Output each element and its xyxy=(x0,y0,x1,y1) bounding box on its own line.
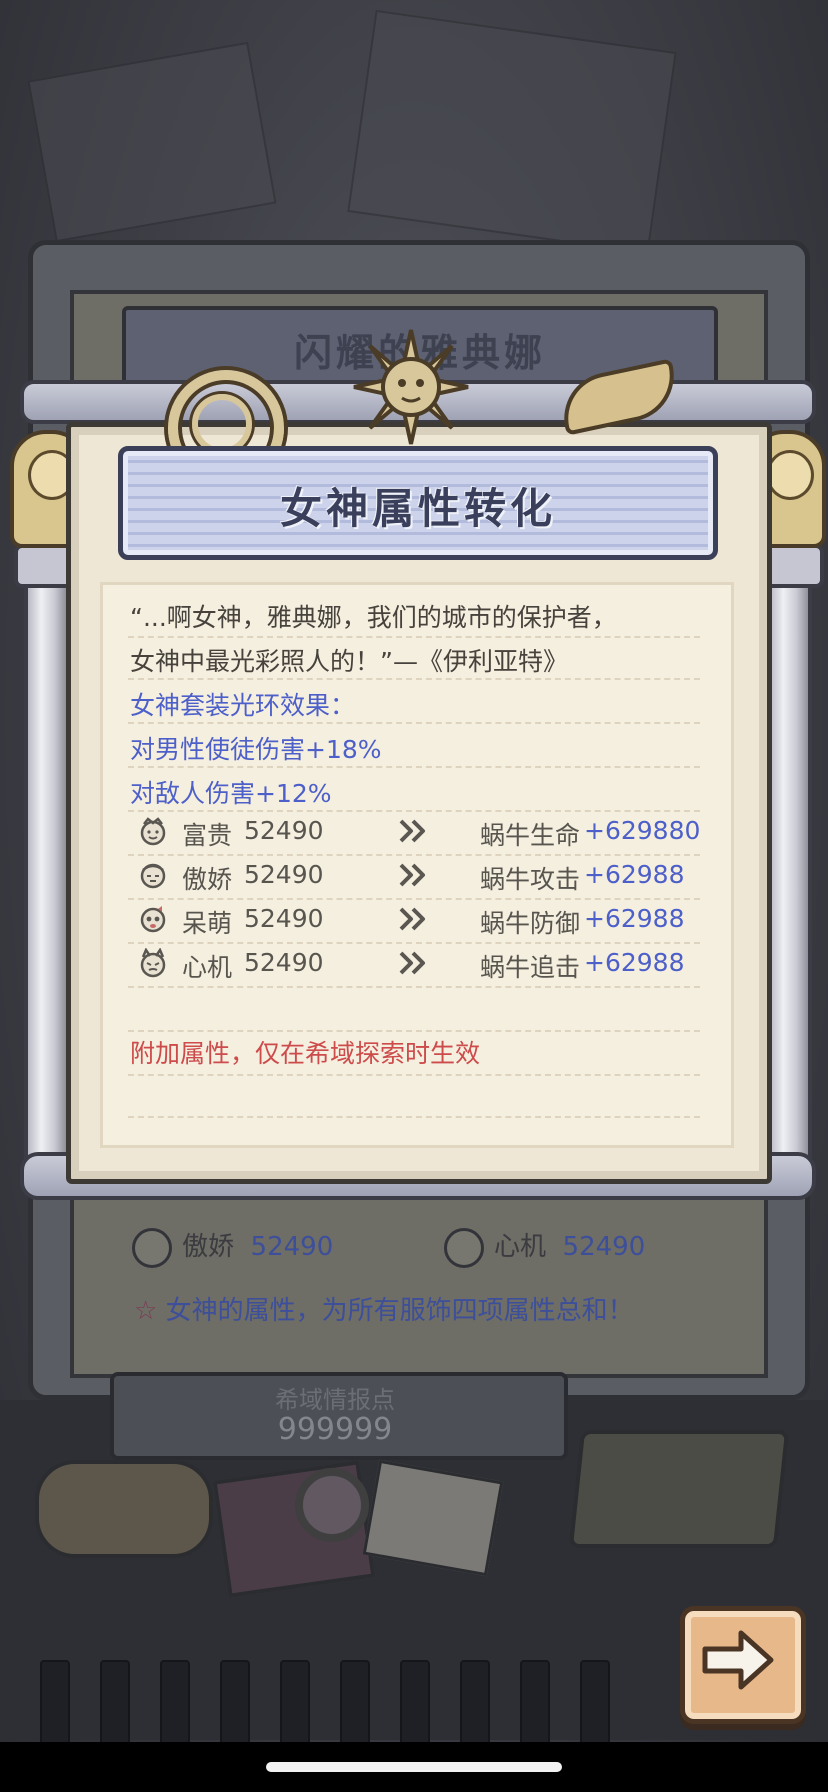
attr-value: 52490 xyxy=(244,948,324,977)
attr-row: 富贵 52490 蜗牛生命 +629880 xyxy=(128,812,708,852)
back-attr-name: 心机 xyxy=(494,1232,547,1262)
double-chevron-icon xyxy=(399,819,425,843)
attr-row: 呆萌 52490 蜗牛防御 +62988 xyxy=(128,900,708,940)
rule-line xyxy=(128,1074,700,1076)
back-attr-value: 52490 xyxy=(250,1232,334,1262)
snail-stat-bonus: +62988 xyxy=(584,860,685,889)
rule-line xyxy=(128,986,700,988)
intel-points-value: 999999 xyxy=(277,1412,393,1447)
dialog-title-banner: 女神属性转化 xyxy=(118,446,718,560)
attr-value: 52490 xyxy=(244,860,324,889)
explore-only-footnote: 附加属性，仅在希域探索时生效 xyxy=(130,1039,481,1068)
fence-post xyxy=(400,1660,430,1748)
fence-post xyxy=(340,1660,370,1748)
proud-face-icon xyxy=(132,1227,172,1268)
attr-row: 心机 52490 蜗牛追击 +62988 xyxy=(128,944,708,984)
snail-stat-name: 蜗牛追击 xyxy=(480,953,581,982)
rule-line xyxy=(128,1116,700,1118)
fence-post xyxy=(220,1660,250,1748)
attr-name: 傲娇 xyxy=(182,865,233,894)
rule-line xyxy=(128,678,700,680)
aura-effect-2: 对敌人伤害+12% xyxy=(130,779,332,808)
right-column xyxy=(766,560,812,1188)
rule-line xyxy=(128,636,700,638)
rule-line xyxy=(128,1030,700,1032)
fence-post xyxy=(520,1660,550,1748)
snail-stat-name: 蜗牛生命 xyxy=(480,821,581,850)
snail-stat-bonus: +629880 xyxy=(584,816,701,845)
back-attr-left: 傲娇 52490 xyxy=(132,1226,333,1268)
attr-value: 52490 xyxy=(244,816,324,845)
left-column xyxy=(24,560,70,1188)
rule-line xyxy=(128,722,700,724)
fence-post xyxy=(460,1660,490,1748)
intel-points-label: 希域情报点 xyxy=(275,1386,395,1414)
rule-line xyxy=(128,766,700,768)
sun-emblem-icon xyxy=(353,329,469,445)
back-attr-right: 心机 52490 xyxy=(444,1226,645,1268)
aura-heading: 女神套装光环效果： xyxy=(130,691,356,720)
quote-line-2: 女神中最光彩照人的！”—《伊利亚特》 xyxy=(130,647,568,676)
attr-name: 呆萌 xyxy=(182,909,233,938)
fence-post xyxy=(160,1660,190,1748)
double-chevron-icon xyxy=(399,951,425,975)
fence-post xyxy=(280,1660,310,1748)
arrow-right-icon xyxy=(702,1630,774,1690)
snail-stat-name: 蜗牛防御 xyxy=(480,909,581,938)
double-chevron-icon xyxy=(399,863,425,887)
magnifier-prop xyxy=(295,1468,369,1542)
rich-face-icon xyxy=(140,817,166,846)
attr-name: 富贵 xyxy=(182,821,233,850)
snail-stat-bonus: +62988 xyxy=(584,904,685,933)
back-note-text: 女神的属性，为所有服饰四项属性总和！ xyxy=(165,1296,634,1326)
star-icon: ☆ xyxy=(134,1296,158,1326)
background-paper xyxy=(347,9,677,255)
snail-stat-bonus: +62988 xyxy=(584,948,685,977)
fence-post xyxy=(580,1660,610,1748)
back-attr-value: 52490 xyxy=(562,1232,646,1262)
fence-post xyxy=(40,1660,70,1748)
fence-post xyxy=(100,1660,130,1748)
attr-name: 心机 xyxy=(182,953,233,982)
next-arrow-button[interactable] xyxy=(680,1606,806,1724)
scroll-prop xyxy=(35,1460,213,1558)
proud-face-icon xyxy=(140,863,166,889)
back-attr-name: 傲娇 xyxy=(182,1232,235,1262)
quote-line-1: “...啊女神，雅典娜，我们的城市的保护者， xyxy=(130,603,617,632)
crown-box-prop xyxy=(568,1430,790,1548)
home-indicator[interactable] xyxy=(266,1762,562,1772)
dialog-title: 女神属性转化 xyxy=(279,484,556,533)
double-chevron-icon xyxy=(399,907,425,931)
cute-face-icon xyxy=(140,906,166,933)
snail-stat-name: 蜗牛攻击 xyxy=(480,865,581,894)
scheming-face-icon xyxy=(444,1227,484,1268)
aura-effect-1: 对男性使徒伤害+18% xyxy=(130,735,382,764)
attr-value: 52490 xyxy=(244,904,324,933)
back-note: ☆ 女神的属性，为所有服饰四项属性总和！ xyxy=(134,1290,634,1327)
scheming-face-icon xyxy=(140,948,166,978)
ring-ornament-inner xyxy=(192,394,252,454)
attr-row: 傲娇 52490 蜗牛攻击 +62988 xyxy=(128,856,708,896)
